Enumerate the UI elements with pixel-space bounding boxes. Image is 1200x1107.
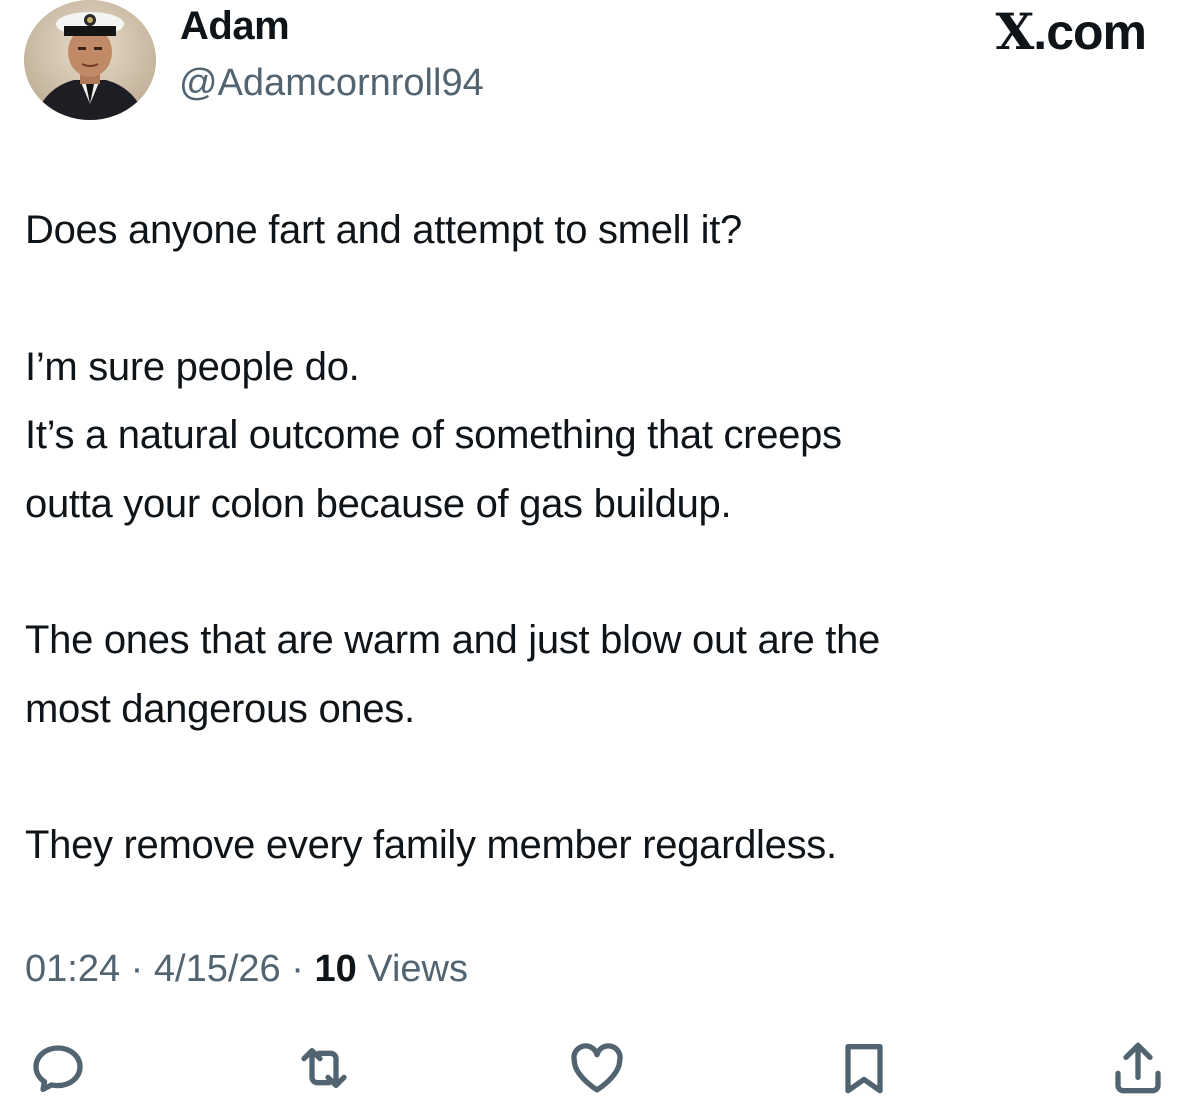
retweet-icon — [301, 1048, 347, 1088]
tweet-time[interactable]: 01:24 — [25, 948, 120, 990]
tweet-line: I’m sure people do. — [25, 344, 360, 389]
bookmark-icon — [845, 1044, 883, 1094]
tweet-line: It’s a natural outcome of something that… — [25, 413, 842, 457]
tweet-meta: 01:24 · 4/15/26 · 10 Views — [25, 948, 468, 991]
tweet-line: outta your colon because of gas buildup. — [25, 481, 732, 526]
views-label: Views — [367, 948, 468, 990]
reply-icon — [33, 1045, 83, 1092]
share-icon — [1115, 1042, 1161, 1094]
meta-separator: · — [130, 948, 144, 990]
bookmark-button[interactable] — [832, 1036, 896, 1100]
like-icon — [571, 1043, 623, 1093]
tweet-line: The ones that are warm and just blow out… — [25, 618, 880, 662]
action-bar — [0, 1036, 1200, 1106]
display-name[interactable]: Adam — [180, 4, 290, 49]
tweet-line: most dangerous ones. — [25, 686, 415, 731]
avatar-image — [24, 0, 156, 120]
tweet-line: Does anyone fart and attempt to smell it… — [25, 208, 742, 252]
brand-suffix: .com — [1033, 4, 1147, 60]
tweet-date[interactable]: 4/15/26 — [154, 948, 281, 990]
brand-logo: X.com — [996, 2, 1147, 61]
tweet-line: They remove every family member regardle… — [25, 823, 837, 867]
share-button[interactable] — [1106, 1036, 1170, 1100]
meta-separator: · — [291, 948, 304, 990]
like-button[interactable] — [565, 1036, 629, 1100]
tweet-text: Does anyone fart and attempt to smell it… — [25, 196, 1175, 880]
x-logo-icon: X — [995, 2, 1035, 61]
retweet-button[interactable] — [292, 1036, 356, 1100]
user-handle[interactable]: @Adamcornroll94 — [179, 62, 484, 105]
views-count: 10 — [314, 948, 357, 990]
reply-button[interactable] — [26, 1036, 90, 1100]
avatar[interactable] — [24, 0, 156, 120]
